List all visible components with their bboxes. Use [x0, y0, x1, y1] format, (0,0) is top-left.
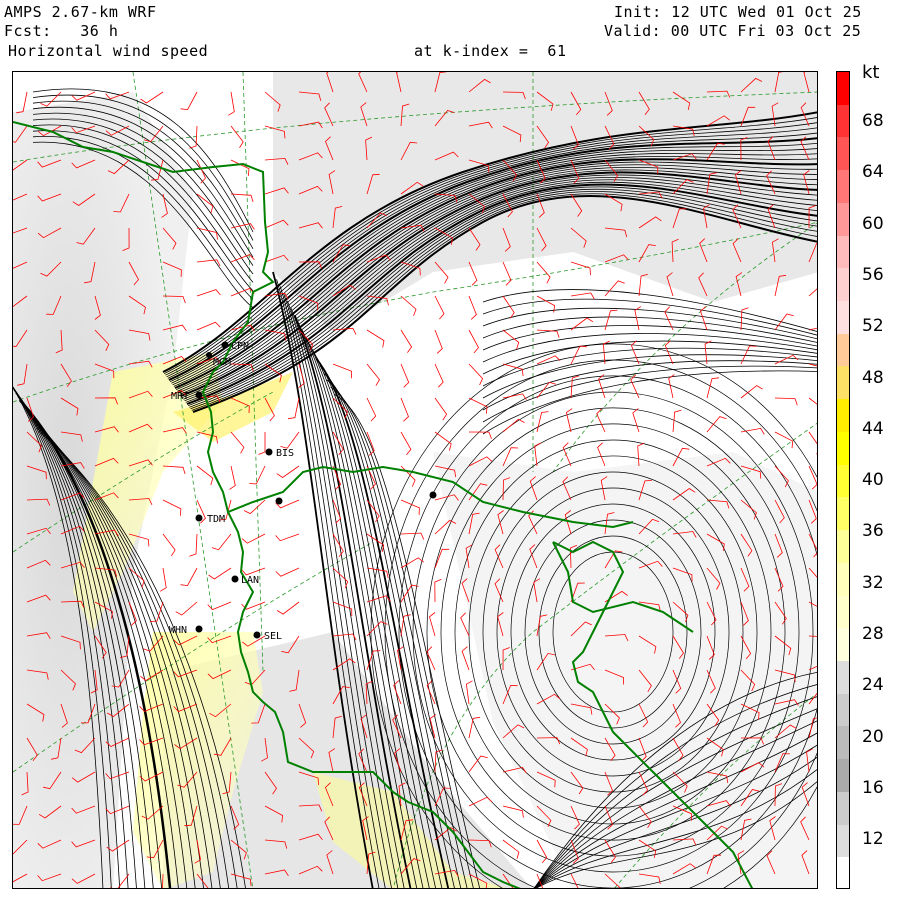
wind-map: CPN MCM MRT BIS TDM LAN WHN SEL [13, 72, 817, 888]
colorbar-segment [837, 333, 849, 368]
svg-text:TDM: TDM [207, 514, 225, 525]
colorbar-segment [837, 202, 849, 238]
colorbar-segment [837, 464, 849, 499]
svg-text:MRT: MRT [171, 391, 189, 402]
svg-text:LAN: LAN [241, 575, 259, 586]
colorbar-segment [837, 366, 849, 401]
colorbar [836, 71, 850, 889]
colorbar-tick-label: 64 [862, 162, 884, 183]
svg-text:WHN: WHN [169, 625, 187, 636]
colorbar-segment [837, 72, 849, 107]
svg-text:SEL: SEL [264, 631, 282, 642]
colorbar-segment [837, 726, 849, 761]
model-title: AMPS 2.67-km WRF [4, 3, 157, 21]
colorbar-segment [837, 628, 849, 663]
colorbar-tick-label: 68 [862, 111, 884, 131]
map-panel: CPN MCM MRT BIS TDM LAN WHN SEL [12, 71, 818, 889]
colorbar-segment [837, 530, 849, 565]
colorbar-segment [837, 660, 849, 696]
colorbar-tick-label: 40 [862, 470, 884, 491]
colorbar-tick-label: 12 [862, 829, 884, 850]
colorbar-segment [837, 170, 849, 205]
colorbar-segment [837, 824, 849, 859]
colorbar-tick-label: 56 [862, 264, 884, 285]
colorbar-segment [837, 431, 849, 467]
colorbar-segment [837, 759, 849, 794]
level-label: at k-index = 61 [414, 42, 567, 60]
colorbar-segment [837, 268, 849, 303]
colorbar-tick-label: 48 [862, 367, 884, 388]
colorbar-tick-label: 52 [862, 316, 884, 337]
colorbar-tick-label: 24 [862, 675, 884, 696]
colorbar-unit: kt [862, 62, 880, 83]
colorbar-tick-label: 44 [862, 418, 884, 439]
colorbar-tick-label: 60 [862, 213, 884, 234]
colorbar-segment [837, 301, 849, 336]
colorbar-tick-label: 32 [862, 572, 884, 593]
colorbar-tick-label: 36 [862, 521, 884, 542]
field-name: Horizontal wind speed [8, 42, 209, 60]
forecast-hour: Fcst: 36 h [4, 22, 119, 40]
colorbar-segment [837, 791, 849, 827]
colorbar-segment [837, 137, 849, 172]
colorbar-segment [837, 235, 849, 270]
init-time: Init: 12 UTC Wed 01 Oct 25 [614, 3, 862, 21]
colorbar-tick-label: 16 [862, 777, 884, 798]
svg-text:MCM: MCM [213, 357, 231, 368]
colorbar-segment [837, 497, 849, 532]
colorbar-segment [837, 104, 849, 139]
svg-text:BIS: BIS [276, 448, 294, 459]
colorbar-tick-label: 20 [862, 726, 884, 747]
colorbar-segment [837, 595, 849, 630]
valid-time: Valid: 00 UTC Fri 03 Oct 25 [604, 22, 862, 40]
colorbar-segment [837, 399, 849, 434]
colorbar-segment [837, 562, 849, 598]
colorbar-segment [837, 857, 849, 888]
svg-text:CPN: CPN [231, 341, 249, 352]
colorbar-tick-label: 28 [862, 624, 884, 644]
colorbar-segment [837, 693, 849, 728]
